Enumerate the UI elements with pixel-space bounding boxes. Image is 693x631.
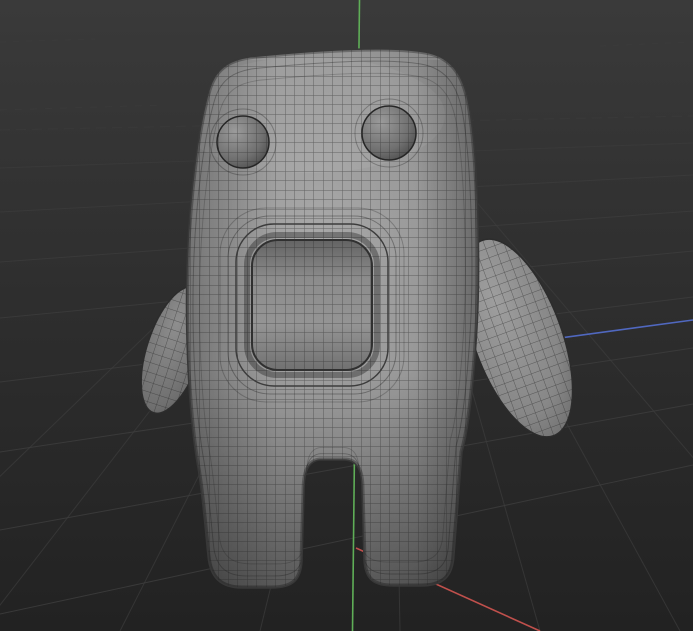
viewport-canvas[interactable] bbox=[0, 0, 693, 631]
right-eye-mesh[interactable] bbox=[354, 98, 424, 168]
mouth-cavity-wireframe bbox=[252, 240, 372, 370]
left-eye-mesh[interactable] bbox=[209, 108, 277, 176]
viewport-3d[interactable] bbox=[0, 0, 693, 631]
